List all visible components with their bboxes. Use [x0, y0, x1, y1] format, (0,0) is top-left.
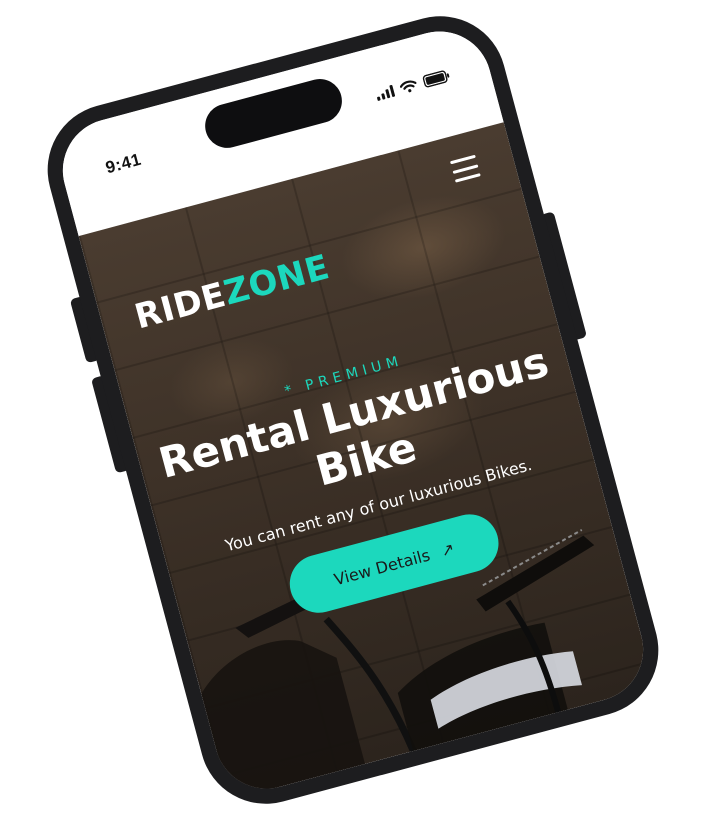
wifi-icon — [399, 78, 419, 94]
status-icons — [375, 69, 452, 101]
status-time: 9:41 — [103, 149, 144, 178]
view-details-label: View Details — [331, 544, 432, 589]
signal-icon — [375, 84, 396, 101]
arrow-up-right-icon: ↗ — [438, 538, 457, 561]
hero-section: RIDEZONE * PREMIUM Rental Luxurious Bike… — [78, 122, 655, 801]
phone-screen: 9:41 RIDEZONE * PREMIUM Rental Luxurious… — [51, 19, 655, 801]
dynamic-island — [200, 74, 347, 153]
battery-icon — [422, 69, 451, 89]
phone-mockup: 9:41 RIDEZONE * PREMIUM Rental Luxurious… — [32, 1, 674, 819]
phone-frame: 9:41 RIDEZONE * PREMIUM Rental Luxurious… — [32, 1, 674, 819]
